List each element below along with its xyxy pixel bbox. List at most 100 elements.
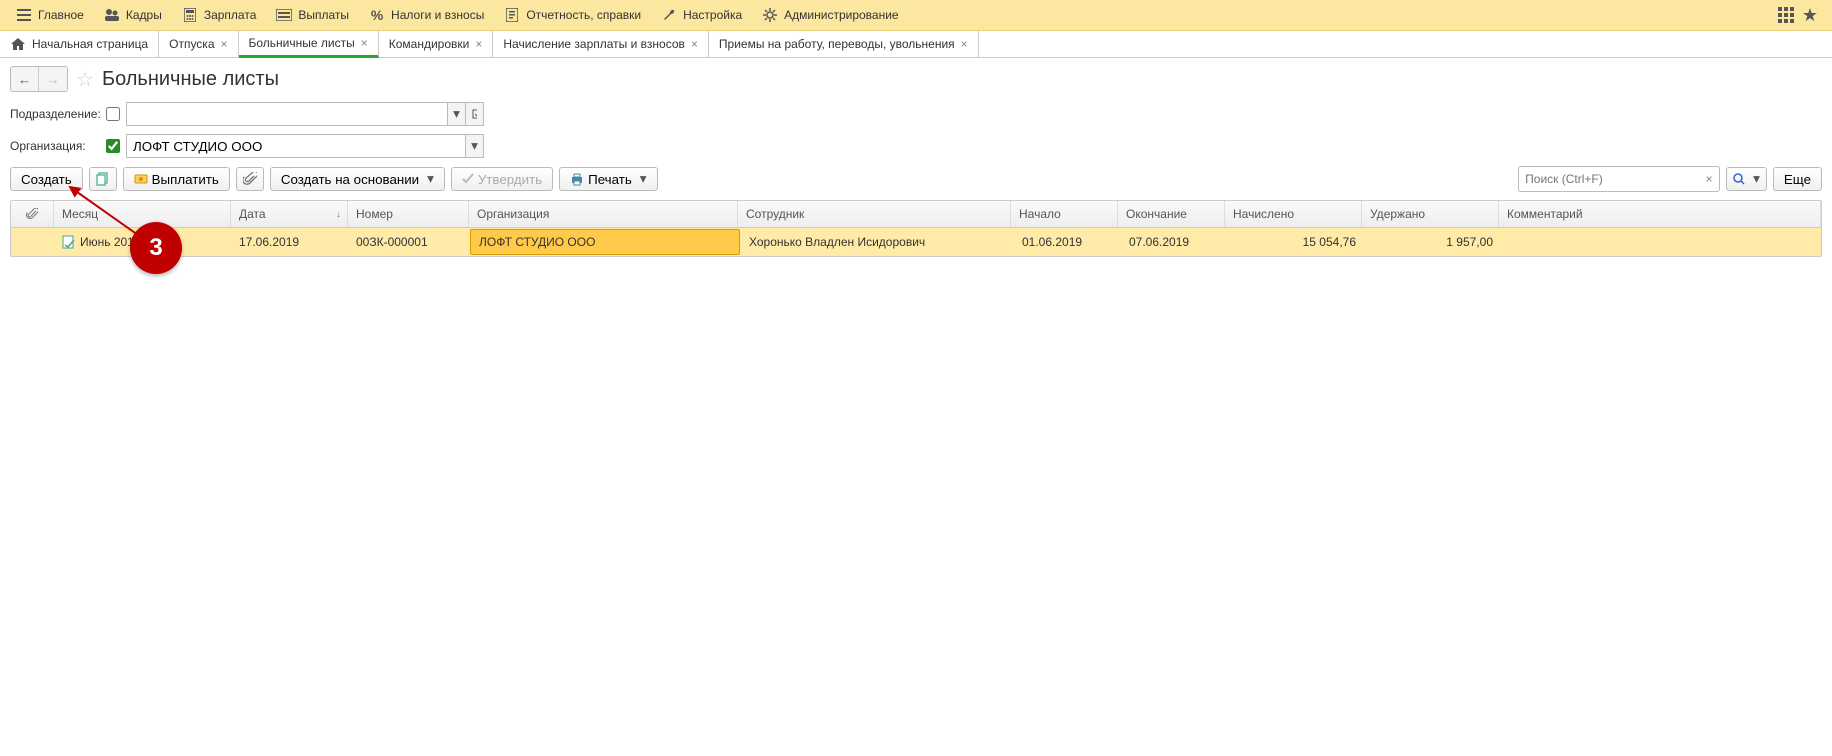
calculator-icon (182, 7, 198, 23)
close-icon[interactable]: × (221, 37, 228, 51)
col-start[interactable]: Начало (1011, 201, 1118, 227)
copy-button[interactable] (89, 167, 117, 191)
nav-back-button[interactable]: ← (11, 67, 39, 91)
paperclip-icon (26, 208, 38, 220)
tab-home[interactable]: Начальная страница (0, 31, 159, 57)
create-based-button[interactable]: Создать на основании ▾ (270, 167, 445, 191)
button-label: Создать (21, 172, 72, 187)
col-deducted[interactable]: Удержано (1362, 201, 1499, 227)
apps-grid-icon[interactable] (1778, 7, 1794, 23)
menu-payments[interactable]: Выплаты (266, 0, 359, 30)
button-label: Еще (1784, 172, 1811, 187)
tab-label: Приемы на работу, переводы, увольнения (719, 37, 955, 51)
button-label: Выплатить (152, 172, 219, 187)
list-toolbar: Создать Выплатить Создать на основании▾ … (10, 166, 1822, 192)
tab-label: Начисление зарплаты и взносов (503, 37, 685, 51)
department-checkbox[interactable] (106, 107, 120, 121)
menu-settings[interactable]: Настройка (651, 0, 752, 30)
close-icon[interactable]: × (361, 36, 368, 50)
attach-button[interactable] (236, 167, 264, 191)
pay-icon (134, 172, 148, 186)
tab-label: Больничные листы (249, 36, 355, 50)
cell-end: 07.06.2019 (1121, 235, 1228, 249)
col-attach[interactable] (11, 201, 54, 227)
page-title: Больничные листы (102, 68, 279, 91)
tab-salary-accrual[interactable]: Начисление зарплаты и взносов × (493, 31, 709, 57)
menu-taxes[interactable]: % Налоги и взносы (359, 0, 494, 30)
tabs-bar: Начальная страница Отпуска × Больничные … (0, 31, 1832, 58)
tab-business-trips[interactable]: Командировки × (379, 31, 494, 57)
tab-label: Начальная страница (32, 37, 148, 51)
department-label: Подразделение: (10, 107, 102, 121)
cell-date: 17.06.2019 (231, 235, 348, 249)
search-icon (1733, 173, 1745, 185)
document-icon (62, 235, 76, 249)
tab-vacations[interactable]: Отпуска × (159, 31, 238, 57)
button-label: Печать (588, 172, 632, 187)
more-button[interactable]: Еще (1773, 167, 1822, 191)
menu-main[interactable]: Главное (6, 0, 94, 30)
close-icon[interactable]: × (961, 37, 968, 51)
department-open-button[interactable] (466, 102, 484, 126)
col-number[interactable]: Номер (348, 201, 469, 227)
search-clear-button[interactable]: × (1699, 172, 1719, 186)
check-icon (462, 173, 474, 185)
col-month[interactable]: Месяц (54, 201, 231, 227)
cell-start: 01.06.2019 (1014, 235, 1121, 249)
menu-salary[interactable]: Зарплата (172, 0, 267, 30)
department-input[interactable] (126, 102, 448, 126)
pay-button[interactable]: Выплатить (123, 167, 230, 191)
chevron-down-icon: ▾ (640, 171, 647, 187)
col-org[interactable]: Организация (469, 201, 738, 227)
cell-org: ЛОФТ СТУДИО ООО (470, 229, 740, 255)
callout-number: 3 (149, 234, 162, 262)
col-end[interactable]: Окончание (1118, 201, 1225, 227)
col-date[interactable]: Дата (231, 201, 348, 227)
department-dropdown-button[interactable]: ▾ (448, 102, 466, 126)
menu-label: Отчетность, справки (526, 8, 641, 22)
col-accrued[interactable]: Начислено (1225, 201, 1362, 227)
tab-label: Отпуска (169, 37, 214, 51)
close-icon[interactable]: × (475, 37, 482, 51)
nav-forward-button: → (39, 67, 67, 91)
search-box: × (1518, 166, 1720, 192)
search-button[interactable]: ▾ (1726, 167, 1767, 191)
menu-reports[interactable]: Отчетность, справки (494, 0, 651, 30)
tab-sick-leave[interactable]: Больничные листы × (239, 31, 379, 58)
col-emp[interactable]: Сотрудник (738, 201, 1011, 227)
gear-icon (762, 7, 778, 23)
documents-table: Месяц Дата Номер Организация Сотрудник Н… (10, 200, 1822, 257)
menu-admin[interactable]: Администрирование (752, 0, 908, 30)
tab-hiring[interactable]: Приемы на работу, переводы, увольнения × (709, 31, 979, 57)
menu-label: Налоги и взносы (391, 8, 484, 22)
favorites-star-icon[interactable]: ★ (1802, 5, 1818, 26)
search-input[interactable] (1519, 172, 1699, 186)
create-button[interactable]: Создать (10, 167, 83, 191)
organization-input[interactable] (126, 134, 466, 158)
button-label: Утвердить (478, 172, 542, 187)
organization-checkbox[interactable] (106, 139, 120, 153)
table-row[interactable]: Июнь 2019 17.06.2019 00ЗК-000001 ЛОФТ СТ… (11, 228, 1821, 256)
chevron-down-icon: ▾ (1753, 171, 1760, 187)
wallet-icon (276, 7, 292, 23)
menu-label: Кадры (126, 8, 162, 22)
button-label: Создать на основании (281, 172, 419, 187)
close-icon[interactable]: × (691, 37, 698, 51)
nav-back-forward: ← → (10, 66, 68, 92)
menu-label: Администрирование (784, 8, 898, 22)
favorite-toggle[interactable]: ☆ (76, 67, 94, 92)
table-header: Месяц Дата Номер Организация Сотрудник Н… (11, 201, 1821, 228)
menu-hr[interactable]: Кадры (94, 0, 172, 30)
report-icon (504, 7, 520, 23)
organization-dropdown-button[interactable]: ▾ (466, 134, 484, 158)
home-icon (10, 36, 26, 52)
cell-emp: Хоронько Владлен Исидорович (741, 235, 1014, 249)
menu-icon (16, 7, 32, 23)
callout-badge: 3 (130, 222, 182, 274)
col-comment[interactable]: Комментарий (1499, 201, 1821, 227)
cell-deducted: 1 957,00 (1365, 235, 1502, 249)
chevron-down-icon: ▾ (427, 171, 434, 187)
cell-accrued: 15 054,76 (1228, 235, 1365, 249)
print-button[interactable]: Печать ▾ (559, 167, 657, 191)
organization-label: Организация: (10, 139, 102, 153)
